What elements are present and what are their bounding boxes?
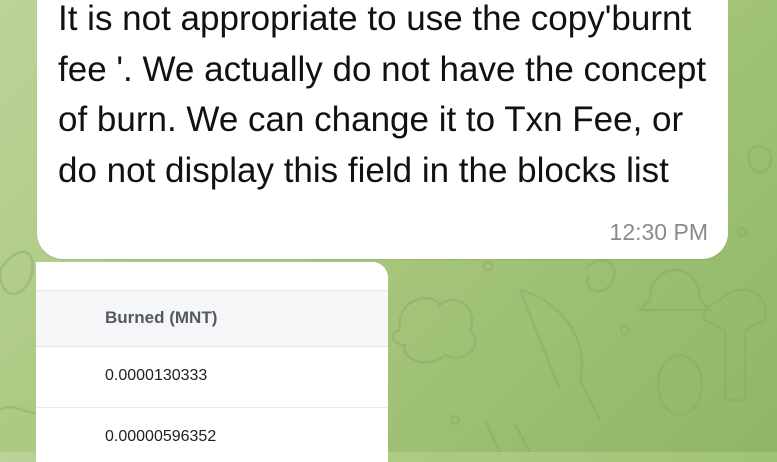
cloud-doodle <box>391 296 477 364</box>
bell-doodle <box>636 268 714 312</box>
dot-doodle <box>482 260 494 272</box>
swirl-doodle <box>584 259 616 293</box>
table-cell-value: 0.0000130333 <box>105 367 208 384</box>
table-cell-value: 0.00000596352 <box>105 428 217 445</box>
attached-screenshot[interactable]: Burned (MNT) 0.0000130333 0.00000596352 <box>36 262 388 462</box>
column-header-burned: Burned (MNT) <box>105 308 218 327</box>
umbrella-doodle <box>518 288 602 421</box>
message-timestamp: 12:30 PM <box>609 219 708 245</box>
cherry-doodle <box>747 144 773 174</box>
egg-doodle <box>656 353 704 417</box>
screenshot-top-strip <box>36 262 388 291</box>
table-row: 0.0000130333 <box>36 347 388 408</box>
table-row: 0.00000596352 <box>36 408 388 462</box>
leaf-doodle <box>0 250 34 296</box>
mushroom-doodle <box>702 288 767 402</box>
table-header: Burned (MNT) <box>36 291 388 347</box>
dot-doodle <box>736 226 748 238</box>
pencil-doodle <box>483 419 532 452</box>
message-text: It is not appropriate to use the copy'bu… <box>58 0 707 190</box>
dot-doodle <box>619 324 631 336</box>
dot-doodle <box>449 414 461 426</box>
